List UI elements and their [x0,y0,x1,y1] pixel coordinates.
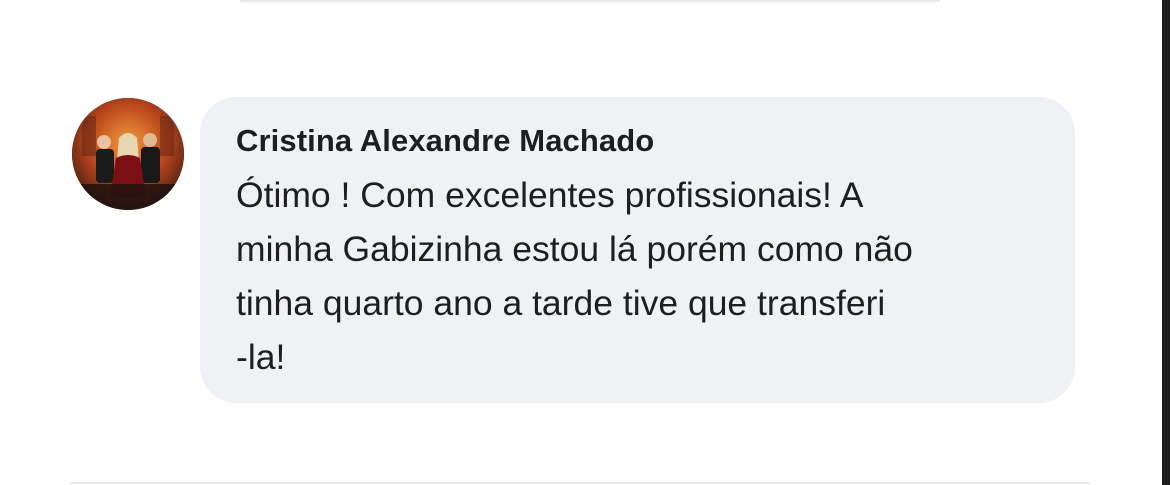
avatar[interactable] [72,98,184,210]
comment-author-name[interactable]: Cristina Alexandre Machado [236,120,1045,162]
bottom-divider [70,482,1090,484]
avatar-photo [72,98,184,210]
top-divider [240,0,940,4]
comment-bubble: Cristina Alexandre Machado Ótimo ! Com e… [200,97,1075,403]
screen-edge [1162,0,1170,485]
comment-text: Ótimo ! Com excelentes profissionais! A … [236,175,913,377]
